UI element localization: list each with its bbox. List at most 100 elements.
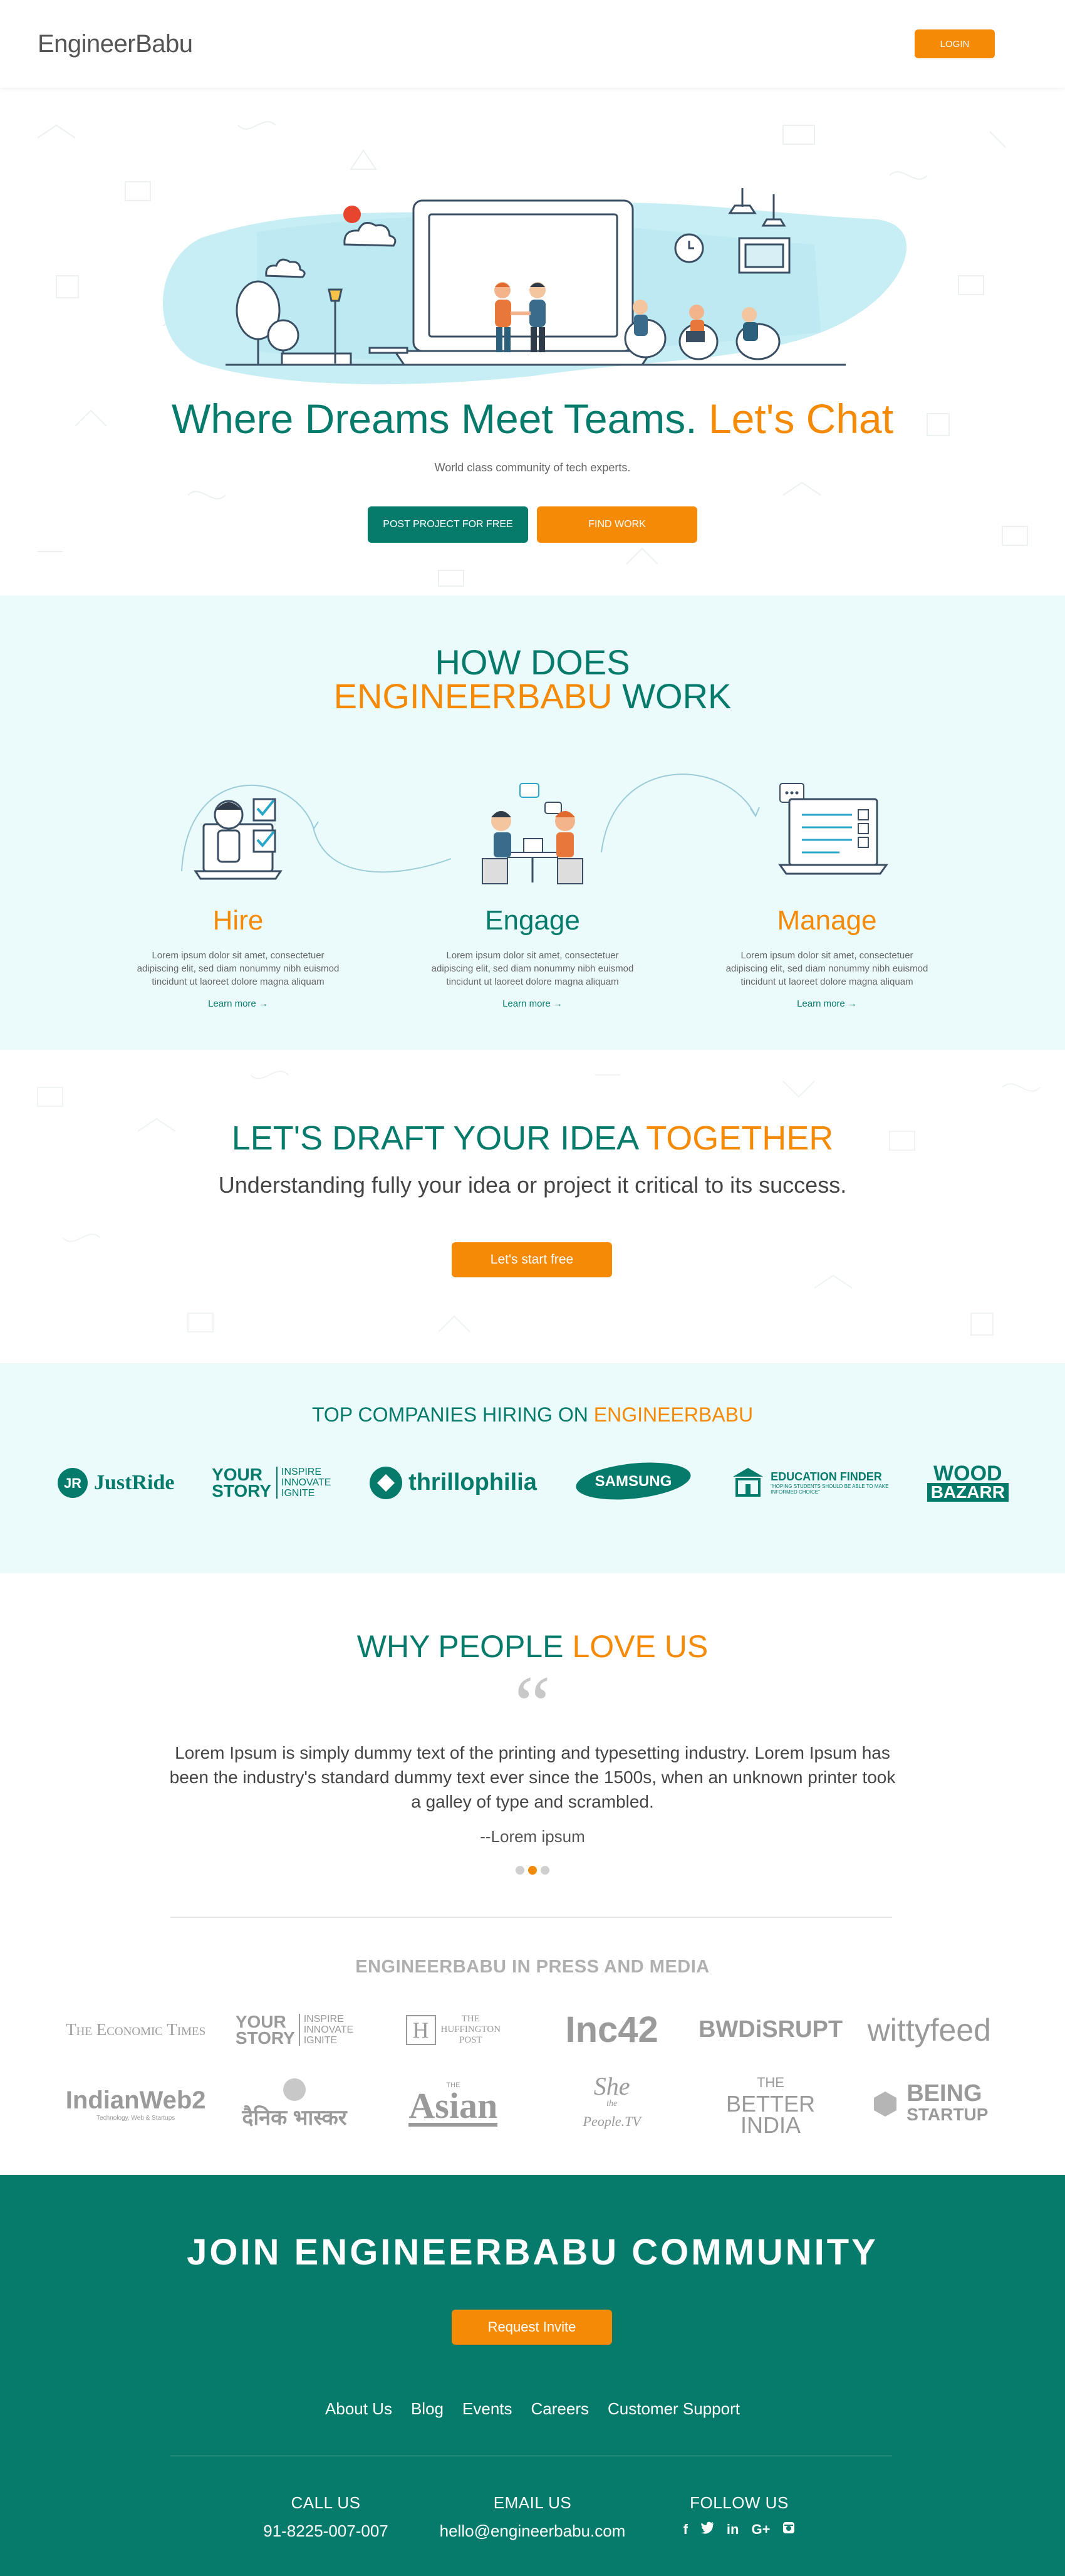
woodbazarr-logo[interactable]: WOOD BAZARR [927,1463,1009,1502]
email-address[interactable]: hello@engineerbabu.com [429,2521,636,2541]
how-title-brand: ENGINEERBABU [333,676,613,716]
contact-row: CALL US 91-8225-007-007 EMAIL US hello@e… [0,2493,1065,2541]
footer-link-events[interactable]: Events [462,2399,512,2419]
carousel-dot[interactable] [541,1866,549,1875]
being-startup-logo[interactable]: BEING STARTUP [870,2081,988,2125]
yourstory-press-logo[interactable]: YOUR STORY INSPIRE INNOVATE IGNITE [236,2013,353,2046]
testimonials-section: WHY PEOPLE LOVE US “ Lorem Ipsum is simp… [0,1573,1065,2175]
footer-link-blog[interactable]: Blog [411,2399,444,2419]
testimonial-text: Lorem Ipsum is simply dummy text of the … [169,1743,896,1811]
press-logos: The Economic Times YOUR STORY INSPIRE INNO… [56,2009,1009,2137]
company-logos: JR JustRide YOUR STORY INSPIRE INNOVATE IGN… [56,1460,1009,1505]
companies-title-main: TOP COMPANIES HIRING ON [311,1403,588,1426]
request-invite-button[interactable]: Request Invite [452,2310,612,2345]
social-icons: f in G+ [636,2521,843,2538]
hire-illustration [91,765,385,890]
companies-title: TOP COMPANIES HIRING ON ENGINEERBABU [0,1363,1065,1427]
steps-row: Hire Lorem ipsum dolor sit amet, consect… [0,765,1065,1010]
draft-subtitle: Understanding fully your idea or project… [218,1172,847,1198]
draft-title-main: LET'S DRAFT YOUR IDEA [231,1119,638,1157]
step-engage: Engage Lorem ipsum dolor sit amet, conse… [385,765,680,1010]
love-title-main: WHY PEOPLE [356,1629,564,1664]
login-button[interactable]: LOGIN [915,29,995,58]
follow-us-label: FOLLOW US [690,2493,789,2512]
hero-subtitle: World class community of tech experts. [434,461,631,474]
education-finder-logo[interactable]: EDUCATION FINDER "HOPING STUDENTS SHOULD … [730,1465,890,1500]
email-us-label: EMAIL US [493,2493,572,2512]
step-engage-title: Engage [485,905,580,936]
site-footer: JOIN ENGINEERBABU COMMUNITY Request Invi… [0,2175,1065,2576]
email-us-block: EMAIL US hello@engineerbabu.com [429,2493,636,2541]
indianweb2-logo[interactable]: IndianWeb2 Technology, Web & Startups [66,2086,206,2122]
step-hire-title: Hire [212,905,264,936]
logo-text-second: Babu [135,29,193,58]
huffington-post-logo[interactable]: H THE HUFFINGTON POST [405,2014,501,2046]
carousel-dots [0,1866,1065,1875]
step-manage-description: Lorem ipsum dolor sit amet, consectetuer… [725,950,928,987]
manage-learn-more-link[interactable]: Learn more → [797,998,857,1009]
logo-text-first: Engineer [38,29,136,58]
step-manage: Manage Lorem ipsum dolor sit amet, conse… [680,765,974,1010]
hero-section: Where Dreams Meet Teams. Let's Chat Worl… [0,88,1065,595]
section-divider [170,1917,892,1918]
dainik-bhaskar-logo[interactable]: दैनिक भास्कर [242,2077,347,2131]
how-title-work: WORK [622,676,732,716]
step-hire-description: Lorem ipsum dolor sit amet, consectetuer… [137,950,340,987]
hero-actions: POST PROJECT FOR FREE FIND WORK [0,506,1065,543]
step-engage-description: Lorem ipsum dolor sit amet, consectetuer… [431,950,634,987]
start-free-button[interactable]: Let's start free [452,1242,612,1277]
follow-us-block: FOLLOW US f in G+ [636,2493,843,2541]
wittyfeed-logo[interactable]: wittyfeed [868,2012,991,2048]
economic-times-logo[interactable]: The Economic Times [66,2020,205,2039]
footer-link-careers[interactable]: Careers [531,2399,589,2419]
draft-title: LET'S DRAFT YOUR IDEA TOGETHER [0,1119,1065,1158]
the-better-india-logo[interactable]: THE BETTER INDIA [726,2072,815,2137]
companies-title-accent: ENGINEERBABU [593,1403,754,1426]
how-it-works-section: HOW DOES ENGINEERBABU WORK Hire Lorem ip… [0,595,1065,1050]
footer-nav: About Us Blog Events Careers Customer Su… [0,2399,1065,2419]
the-asian-age-logo[interactable]: THE Asian [408,2081,498,2127]
brand-logo[interactable]: EngineerBabu [38,30,193,58]
yourstory-logo[interactable]: YOUR STORY INSPIRE INNOVATE IGNITE [212,1465,331,1499]
footer-link-customer-support[interactable]: Customer Support [608,2399,740,2419]
carousel-dot[interactable] [516,1866,524,1875]
testimonial-author: --Lorem ipsum [480,1827,585,1846]
hero-title: Where Dreams Meet Teams. Let's Chat [0,395,1065,442]
twitter-icon[interactable] [700,2521,714,2538]
footer-link-about-us[interactable]: About Us [325,2399,392,2419]
justride-logo[interactable]: JR JustRide [56,1467,174,1499]
phone-number[interactable]: 91-8225-007-007 [222,2521,429,2541]
manage-illustration [680,765,974,890]
carousel-dot-active[interactable] [528,1866,537,1875]
step-manage-title: Manage [777,905,877,936]
hero-title-main: Where Dreams Meet Teams. [171,395,697,442]
quote-mark-icon: “ [514,1660,551,1750]
svg-text:SAMSUNG: SAMSUNG [595,1473,672,1490]
draft-title-accent: TOGETHER [646,1119,834,1157]
how-title: HOW DOES ENGINEERBABU WORK [0,595,1065,716]
companies-section: TOP COMPANIES HIRING ON ENGINEERBABU JR … [0,1363,1065,1573]
svg-text:JR: JR [64,1475,81,1491]
facebook-icon[interactable]: f [683,2521,688,2538]
join-community-title: JOIN ENGINEERBABU COMMUNITY [187,2232,878,2273]
inc42-logo[interactable]: Inc42 [565,2009,658,2051]
engage-learn-more-link[interactable]: Learn more → [502,998,563,1009]
find-work-button[interactable]: FIND WORK [537,506,697,543]
post-project-button[interactable]: POST PROJECT FOR FREE [368,506,528,543]
press-title: ENGINEERBABU IN PRESS AND MEDIA [355,1957,710,1977]
she-the-people-logo[interactable]: She the People.TV [583,2074,641,2130]
thrillophilia-logo[interactable]: thrillophilia [368,1465,537,1500]
bwdisrupt-logo[interactable]: BWDiSRUPT [699,2016,843,2043]
instagram-icon[interactable] [782,2521,795,2538]
google-plus-icon[interactable]: G+ [751,2521,770,2538]
hero-title-accent: Let's Chat [708,395,894,442]
hire-learn-more-link[interactable]: Learn more → [208,998,268,1009]
linkedin-icon[interactable]: in [727,2521,739,2538]
site-header: EngineerBabu LOGIN [0,0,1065,88]
engage-illustration [385,765,680,890]
call-us-block: CALL US 91-8225-007-007 [222,2493,429,2541]
draft-idea-section: LET'S DRAFT YOUR IDEA TOGETHER Understan… [0,1050,1065,1363]
step-hire: Hire Lorem ipsum dolor sit amet, consect… [91,765,385,1010]
samsung-logo[interactable]: SAMSUNG [574,1460,693,1505]
love-title-accent: LOVE US [572,1629,709,1664]
